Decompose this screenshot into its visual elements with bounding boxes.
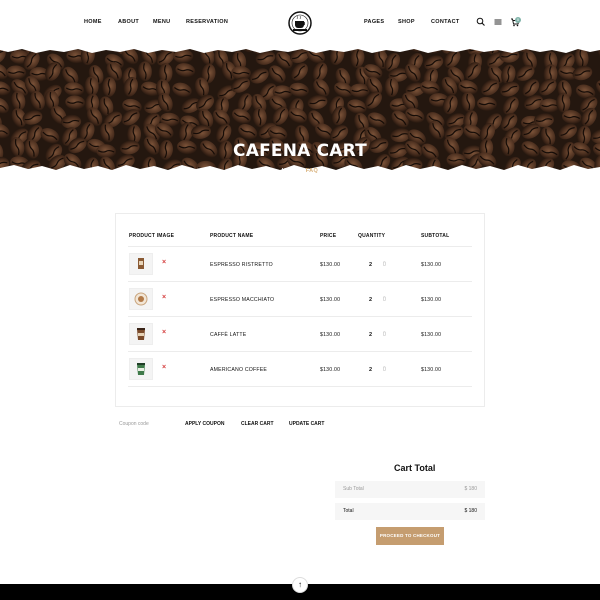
product-cup-image	[134, 292, 148, 306]
nav-shop[interactable]: SHOP	[398, 19, 415, 25]
row-divider	[128, 246, 472, 247]
total-row: Total $ 180	[335, 503, 485, 520]
row-divider	[128, 316, 472, 317]
subtotal-label: Sub Total	[343, 486, 364, 492]
product-subtotal: $130.00	[421, 332, 442, 338]
product-subtotal: $130.00	[421, 367, 442, 373]
quantity-stepper[interactable]: ▯	[383, 261, 386, 267]
product-price: $130.00	[320, 367, 341, 373]
quantity-value[interactable]: 2	[369, 262, 372, 268]
product-thumbnail[interactable]	[129, 323, 153, 345]
product-name[interactable]: CAFFÈ LATTE	[210, 332, 246, 338]
header-product-name: PRODUCT NAME	[210, 233, 254, 239]
product-price: $130.00	[320, 297, 341, 303]
product-thumbnail[interactable]	[129, 358, 153, 380]
product-thumbnail[interactable]	[129, 288, 153, 310]
breadcrumb-separator: /	[301, 168, 304, 174]
top-navbar: HOME ABOUT MENU RESERVATION PAGES SHOP C…	[0, 0, 600, 48]
apply-coupon-button[interactable]: APPLY COUPON	[185, 421, 224, 427]
product-subtotal: $130.00	[421, 297, 442, 303]
product-bag-image	[138, 258, 144, 269]
row-divider	[128, 281, 472, 282]
header-price: PRICE	[320, 233, 337, 239]
breadcrumb-current: FAQ	[305, 168, 319, 174]
row-divider	[128, 386, 472, 387]
remove-item-button[interactable]: ×	[162, 364, 166, 371]
nav-menu[interactable]: MENU	[153, 19, 170, 25]
row-divider	[128, 351, 472, 352]
header-product-image: PRODUCT IMAGE	[129, 233, 175, 239]
remove-item-button[interactable]: ×	[162, 294, 166, 301]
hero-banner: CAFENA CART HOME / FAQ	[0, 46, 600, 174]
product-price: $130.00	[320, 332, 341, 338]
product-price: $130.00	[320, 262, 341, 268]
quantity-value[interactable]: 2	[369, 367, 372, 373]
total-value: $ 180	[464, 508, 477, 514]
nav-about[interactable]: ABOUT	[118, 19, 139, 25]
breadcrumb: HOME / FAQ	[0, 168, 600, 174]
quantity-value[interactable]: 2	[369, 332, 372, 338]
header-quantity: QUANTITY	[358, 233, 386, 239]
update-cart-button[interactable]: UPDATE CART	[289, 421, 324, 427]
remove-item-button[interactable]: ×	[162, 259, 166, 266]
header-subtotal: SUBTOTAL	[421, 233, 450, 239]
coupon-input[interactable]: Coupon code	[119, 421, 149, 427]
quantity-value[interactable]: 2	[369, 297, 372, 303]
total-label: Total	[343, 508, 354, 514]
scroll-to-top-button[interactable]: ↑	[292, 577, 308, 593]
proceed-to-checkout-button[interactable]: PROCEED TO CHECKOUT	[376, 527, 444, 545]
clear-cart-button[interactable]: CLEAR CART	[241, 421, 274, 427]
product-name[interactable]: ESPRESSO RISTRETTO	[210, 262, 273, 268]
product-thumbnail[interactable]	[129, 253, 153, 275]
product-name[interactable]: AMERICANO COFFEE	[210, 367, 267, 373]
cart-count-badge: 0	[515, 17, 521, 23]
product-subtotal: $130.00	[421, 262, 442, 268]
nav-pages[interactable]: PAGES	[364, 19, 384, 25]
quantity-stepper[interactable]: ▯	[383, 296, 386, 302]
page-title: CAFENA CART	[233, 141, 367, 161]
search-icon[interactable]	[476, 17, 486, 27]
quantity-stepper[interactable]: ▯	[383, 331, 386, 337]
nav-reservation[interactable]: RESERVATION	[186, 19, 228, 25]
remove-item-button[interactable]: ×	[162, 329, 166, 336]
menu-icon[interactable]	[493, 17, 503, 27]
cart-table-container	[115, 213, 485, 407]
subtotal-value: $ 180	[464, 486, 477, 492]
nav-contact[interactable]: CONTACT	[431, 19, 460, 25]
breadcrumb-home[interactable]: HOME	[282, 168, 300, 174]
product-cup-image	[137, 328, 145, 340]
quantity-stepper[interactable]: ▯	[383, 366, 386, 372]
cart-total-title: Cart Total	[394, 463, 436, 473]
product-name[interactable]: ESPRESSO MACCHIATO	[210, 297, 274, 303]
product-cup-image	[137, 363, 145, 375]
nav-home[interactable]: HOME	[84, 19, 102, 25]
cafena-logo[interactable]	[285, 9, 315, 37]
subtotal-row: Sub Total $ 180	[335, 481, 485, 498]
